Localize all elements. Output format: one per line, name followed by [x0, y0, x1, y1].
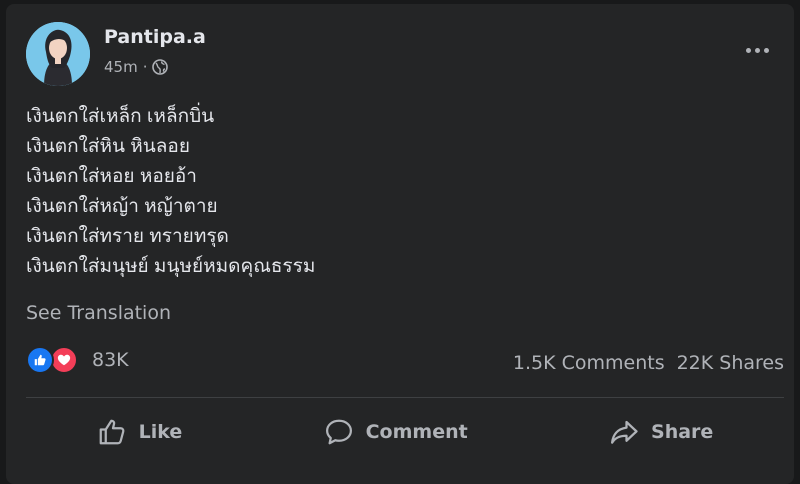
post-line: เงินตกใส่ทราย ทรายทรุด [26, 226, 229, 247]
action-bar: Like Comment Share [26, 402, 784, 462]
post-line: เงินตกใส่หญ้า หญ้าตาย [26, 196, 218, 217]
post-line: เงินตกใส่หิน หินลอย [26, 136, 190, 157]
author-name[interactable]: Pantipa.a [104, 26, 206, 48]
dot-icon [763, 47, 769, 53]
comment-label: Comment [365, 421, 468, 443]
post-line: เงินตกใส่หอย หอยอ้า [26, 166, 197, 187]
post-time[interactable]: 45m [104, 58, 138, 76]
see-translation-link[interactable]: See Translation [26, 302, 171, 324]
like-label: Like [138, 421, 183, 443]
comment-button[interactable]: Comment [300, 409, 492, 455]
meta-separator: · [142, 58, 148, 76]
avatar[interactable] [26, 22, 90, 86]
share-icon [611, 420, 638, 444]
comments-count-link[interactable]: 1.5K Comments [513, 352, 665, 374]
post-text: เงินตกใส่เหล็ก เหล็กบิ่น เงินตกใส่หิน หิ… [26, 102, 315, 282]
more-options-button[interactable] [742, 44, 772, 56]
dot-icon [754, 47, 760, 53]
share-label: Share [651, 421, 714, 443]
like-button[interactable]: Like [73, 409, 207, 455]
share-button[interactable]: Share [585, 409, 737, 455]
post-card: Pantipa.a 45m · เงินตกใส่เหล็ก เหล็กบิ่น… [6, 4, 794, 484]
post-meta: 45m · [104, 58, 169, 76]
post-line: เงินตกใส่เหล็ก เหล็กบิ่น [26, 106, 215, 127]
reaction-count[interactable]: 83K [92, 349, 129, 371]
engagement-stats: 1.5K Comments 22K Shares [513, 352, 784, 374]
shares-count-link[interactable]: 22K Shares [677, 352, 784, 374]
post-line: เงินตกใส่มนุษย์ มนุษย์หมดคุณธรรม [26, 256, 316, 277]
globe-icon[interactable] [152, 59, 169, 75]
love-icon [50, 346, 78, 374]
like-icon [26, 346, 54, 374]
comment-icon [325, 419, 352, 445]
dot-icon [745, 47, 751, 53]
reactions-summary[interactable]: 83K [26, 346, 129, 374]
divider [26, 397, 784, 398]
thumbs-up-icon [99, 419, 125, 445]
